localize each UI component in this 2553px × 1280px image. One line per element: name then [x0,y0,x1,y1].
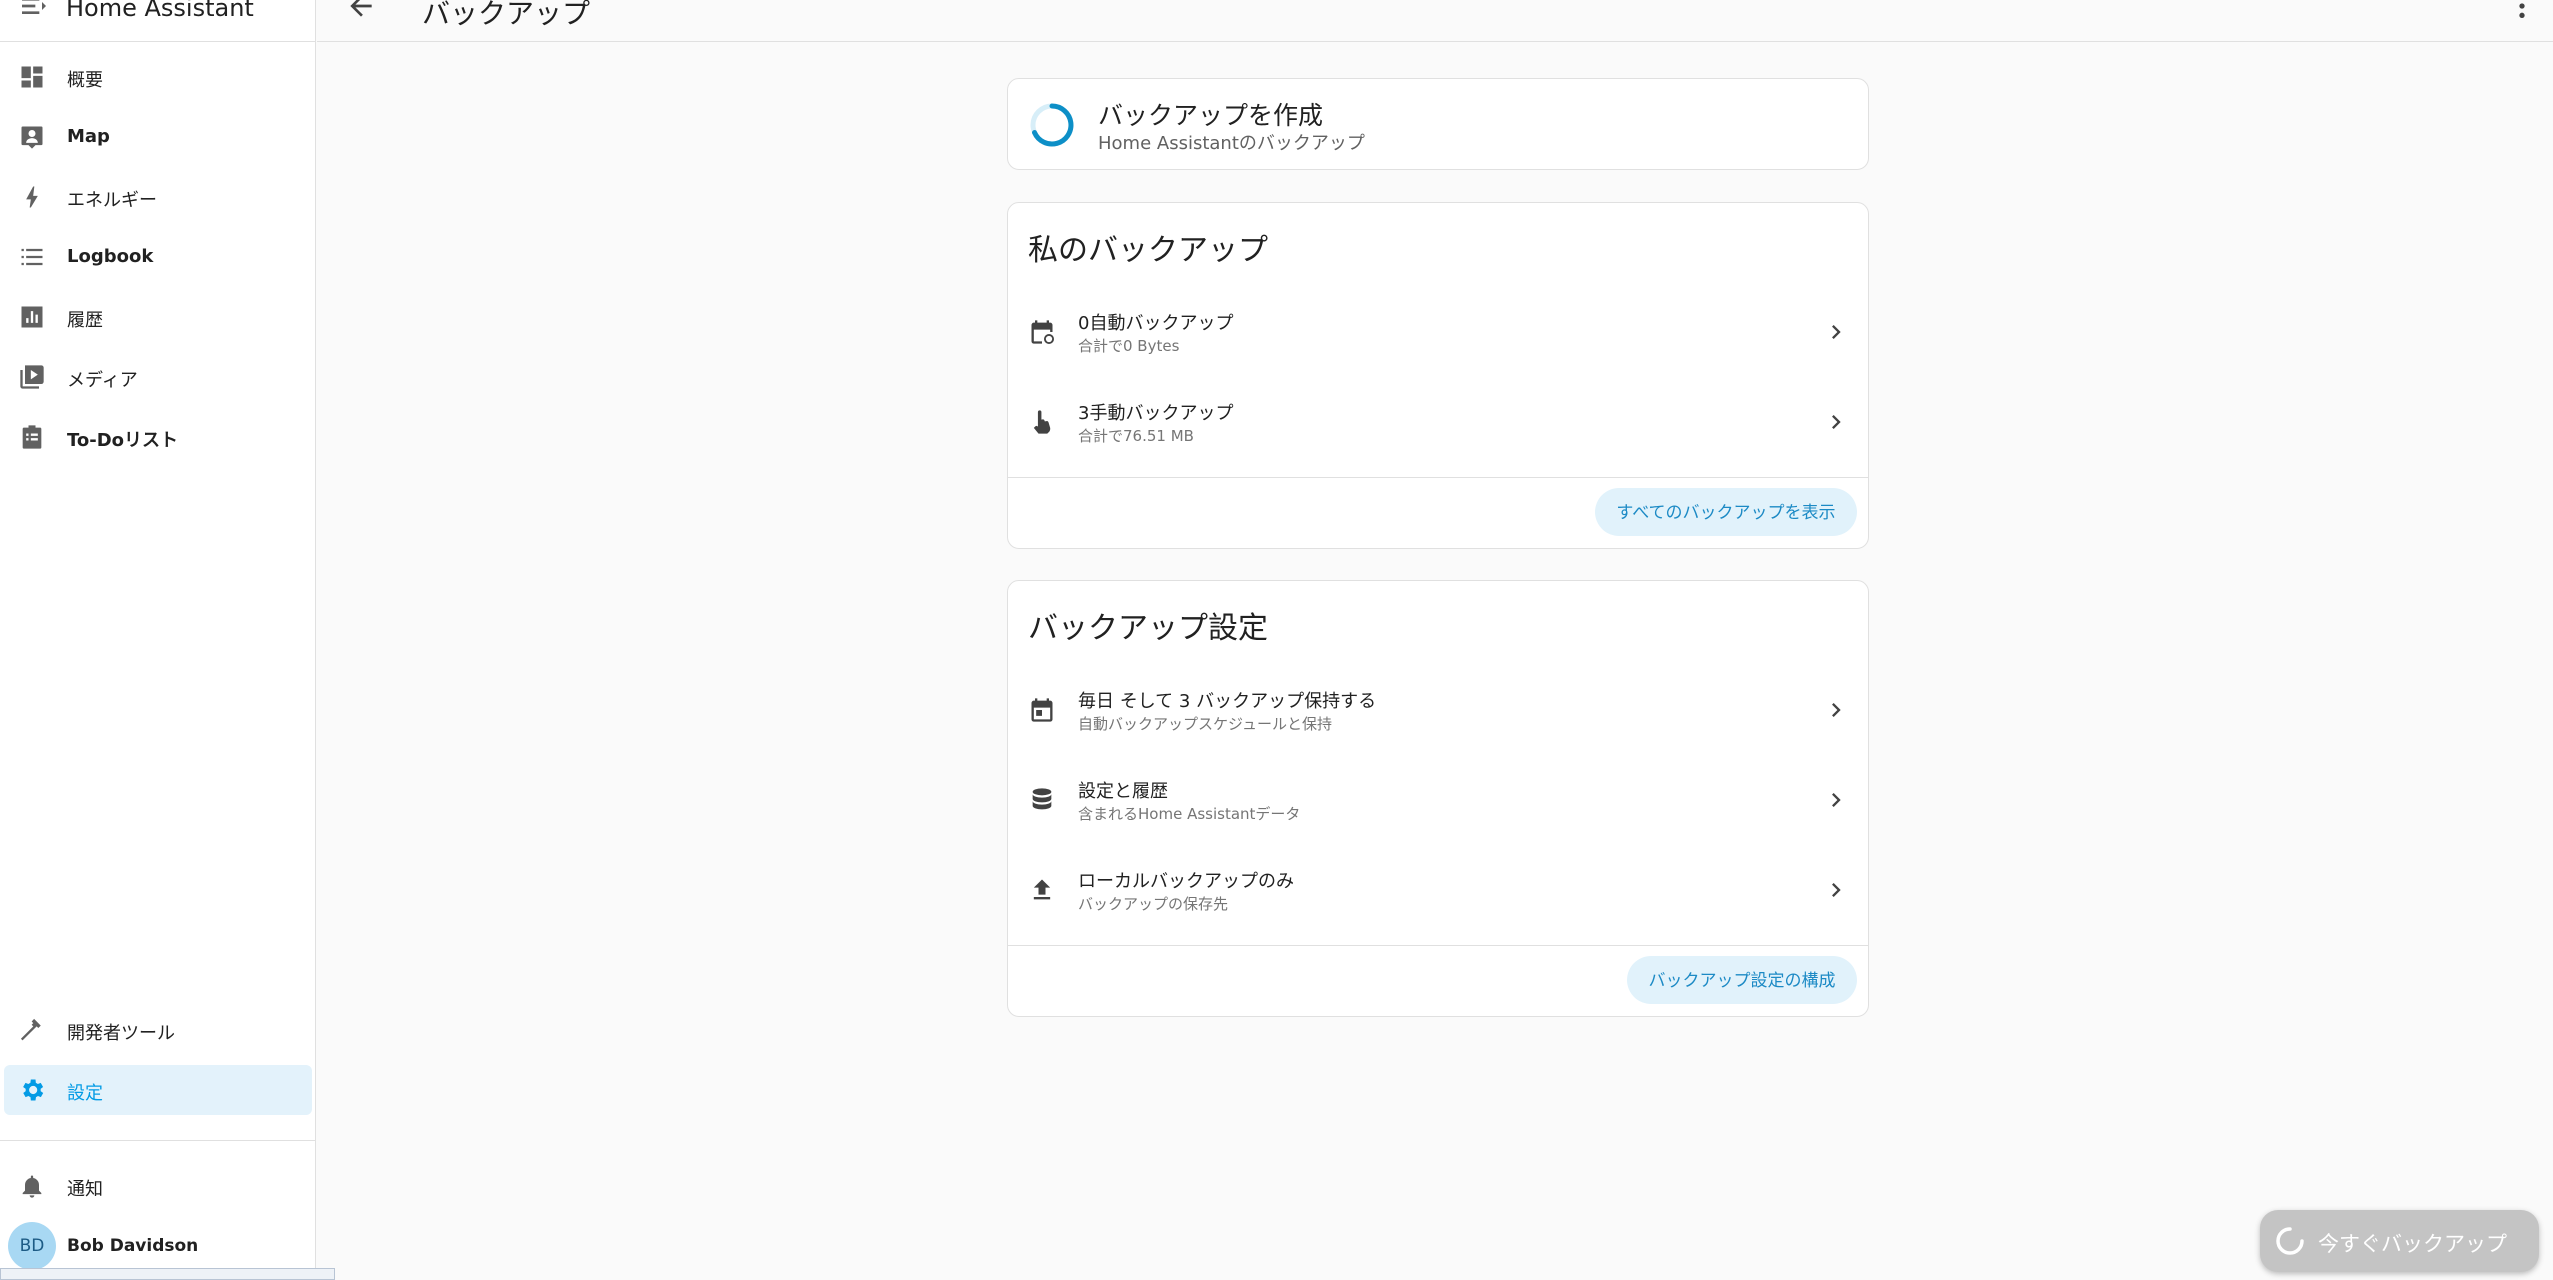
manual-backups-row[interactable]: 3手動バックアップ 合計で76.51 MB [1008,377,1868,467]
sidebar-item-notifications[interactable]: 通知 [4,1161,312,1211]
chevron-right-icon [1822,876,1850,904]
menu-collapse-icon[interactable] [18,0,50,22]
row-subtitle: 自動バックアップスケジュールと保持 [1078,715,1332,733]
sidebar-item-label: 開発者ツール [67,1023,175,1044]
row-subtitle: バックアップの保存先 [1078,895,1229,913]
map-icon [18,123,46,151]
sidebar-item-history[interactable]: 履歴 [4,292,312,342]
backup-settings-card: バックアップ設定 毎日 そして 3 バックアップ保持する 自動バックアップスケジ… [1007,580,1869,1017]
row-title: 毎日 そして 3 バックアップ保持する [1078,691,1377,712]
sidebar-item-label: エネルギー [67,190,157,211]
schedule-row[interactable]: 毎日 そして 3 バックアップ保持する 自動バックアップスケジュールと保持 [1008,665,1868,755]
calendar-icon [1028,696,1056,724]
fab-label: 今すぐバックアップ [2318,1232,2507,1256]
sidebar-item-label: Logbook [67,246,154,267]
list-icon [18,243,46,271]
configure-backup-settings-button[interactable]: バックアップ設定の構成 [1627,956,1857,1004]
sidebar-item-developer-tools[interactable]: 開発者ツール [4,1005,312,1055]
create-backup-subtitle: Home Assistantのバックアップ [1098,133,1365,154]
row-title: 設定と履歴 [1078,781,1168,802]
chevron-right-icon [1822,408,1850,436]
sidebar-item-label: 設定 [67,1083,103,1104]
sidebar-item-energy[interactable]: エネルギー [4,172,312,222]
data-row[interactable]: 設定と履歴 含まれるHome Assistantデータ [1008,755,1868,845]
user-name[interactable]: Bob Davidson [67,1236,198,1256]
page-title: バックアップ [422,0,591,30]
sidebar-item-label: 通知 [67,1179,103,1200]
row-title: 3手動バックアップ [1078,403,1234,424]
top-bar: バックアップ [317,0,2553,42]
card-divider [1008,945,1868,946]
clipboard-icon [18,423,46,451]
create-backup-card: バックアップを作成 Home Assistantのバックアップ [1007,78,1869,170]
my-backups-card: 私のバックアップ 0自動バックアップ 合計で0 Bytes 3手動バックアップ … [1007,202,1869,549]
card-title: 私のバックアップ [1028,233,1268,268]
chart-icon [18,303,46,331]
upload-icon [1028,876,1056,904]
hammer-icon [18,1016,46,1044]
sidebar-item-label: メディア [67,370,138,391]
chevron-right-icon [1822,696,1850,724]
lightning-icon [18,183,46,211]
back-arrow-icon[interactable] [345,0,377,22]
sidebar-item-label: 履歴 [67,310,103,331]
sidebar-item-logbook[interactable]: Logbook [4,232,312,282]
row-title: ローカルバックアップのみ [1078,871,1294,892]
sidebar-item-label: To-Doリスト [67,430,179,451]
sidebar-item-overview[interactable]: 概要 [4,52,312,102]
locations-row[interactable]: ローカルバックアップのみ バックアップの保存先 [1008,845,1868,935]
bell-icon [18,1172,46,1200]
row-subtitle: 合計で0 Bytes [1078,337,1180,355]
row-title: 0自動バックアップ [1078,313,1234,334]
avatar[interactable]: BD [8,1222,56,1270]
progress-spinner-icon [2274,1225,2306,1257]
app-title: Home Assistant [66,0,254,22]
sidebar-item-settings[interactable]: 設定 [4,1065,312,1115]
dashboard-icon [18,63,46,91]
gear-icon [18,1076,46,1104]
sidebar-item-map[interactable]: Map [4,112,312,162]
sidebar-item-todo[interactable]: To-Doリスト [4,412,312,462]
backup-now-button[interactable]: 今すぐバックアップ [2260,1210,2539,1272]
sidebar-header: Home Assistant [0,0,316,42]
row-subtitle: 合計で76.51 MB [1078,427,1194,445]
sidebar-item-label: 概要 [67,70,103,91]
create-backup-title: バックアップを作成 [1098,101,1324,130]
database-icon [1028,786,1056,814]
chevron-right-icon [1822,786,1850,814]
card-divider [1008,477,1868,478]
sidebar-divider [0,1140,316,1141]
progress-spinner-icon [1028,101,1076,149]
row-subtitle: 含まれるHome Assistantデータ [1078,805,1301,823]
hand-pointer-icon [1028,408,1056,436]
more-vertical-icon[interactable] [2506,0,2538,22]
sidebar: Home Assistant 概要 Map エネルギー Logbook 履歴 メ… [0,0,316,1277]
sidebar-item-media[interactable]: メディア [4,352,312,402]
calendar-sync-icon [1028,318,1056,346]
media-icon [18,363,46,391]
sidebar-item-label: Map [67,126,110,147]
browser-status-bar [0,1268,335,1280]
chevron-right-icon [1822,318,1850,346]
show-all-backups-button[interactable]: すべてのバックアップを表示 [1595,488,1857,536]
card-title: バックアップ設定 [1028,611,1268,646]
automatic-backups-row[interactable]: 0自動バックアップ 合計で0 Bytes [1008,287,1868,377]
